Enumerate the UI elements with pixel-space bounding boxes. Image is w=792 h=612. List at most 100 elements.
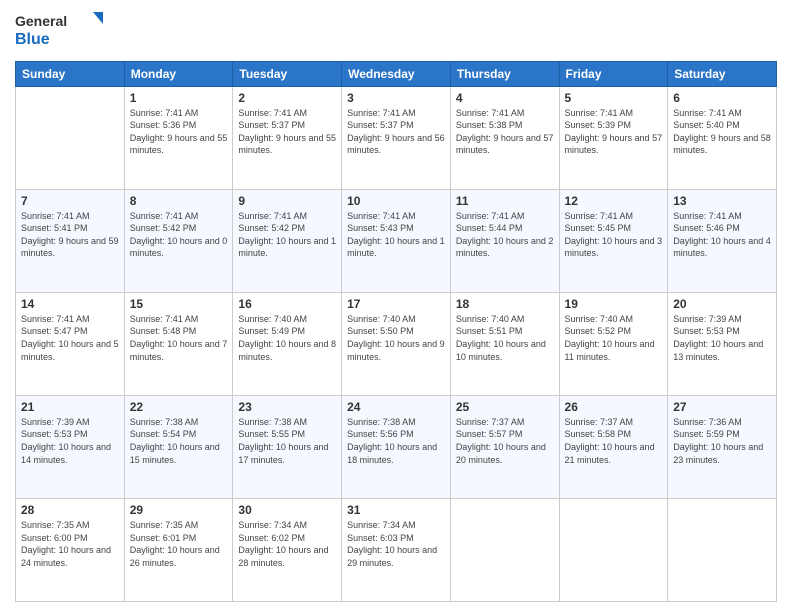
logo: General Blue [15,10,105,53]
calendar-cell: 21 Sunrise: 7:39 AMSunset: 5:53 PMDayligh… [16,395,125,498]
day-info: Sunrise: 7:41 AMSunset: 5:46 PMDaylight:… [673,210,771,260]
day-info: Sunrise: 7:40 AMSunset: 5:52 PMDaylight:… [565,313,663,363]
weekday-header-friday: Friday [559,61,668,86]
svg-text:General: General [15,13,67,29]
calendar-cell: 17 Sunrise: 7:40 AMSunset: 5:50 PMDayligh… [342,292,451,395]
svg-text:Blue: Blue [15,31,50,48]
week-row-4: 21 Sunrise: 7:39 AMSunset: 5:53 PMDayligh… [16,395,777,498]
calendar-cell: 25 Sunrise: 7:37 AMSunset: 5:57 PMDayligh… [450,395,559,498]
day-number: 16 [238,297,336,311]
calendar-cell: 11Sunrise: 7:41 AMSunset: 5:44 PMDayligh… [450,189,559,292]
day-number: 25 [456,400,554,414]
day-info: Sunrise: 7:34 AMSunset: 6:03 PMDaylight:… [347,519,445,569]
logo-svg: General Blue [15,10,105,48]
logo-wrapper: General Blue [15,10,105,53]
calendar-cell: 9 Sunrise: 7:41 AMSunset: 5:42 PMDaylight… [233,189,342,292]
calendar-cell: 10 Sunrise: 7:41 AMSunset: 5:43 PMDayligh… [342,189,451,292]
day-number: 29 [130,503,228,517]
day-info: Sunrise: 7:41 AMSunset: 5:45 PMDaylight:… [565,210,663,260]
day-number: 12 [565,194,663,208]
day-info: Sunrise: 7:41 AMSunset: 5:36 PMDaylight:… [130,107,228,157]
calendar-cell: 14 Sunrise: 7:41 AMSunset: 5:47 PMDayligh… [16,292,125,395]
day-number: 23 [238,400,336,414]
day-info: Sunrise: 7:34 AMSunset: 6:02 PMDaylight:… [238,519,336,569]
week-row-1: 1 Sunrise: 7:41 AMSunset: 5:36 PMDaylight… [16,86,777,189]
day-info: Sunrise: 7:35 AMSunset: 6:01 PMDaylight:… [130,519,228,569]
day-number: 7 [21,194,119,208]
calendar-cell: 4 Sunrise: 7:41 AMSunset: 5:38 PMDaylight… [450,86,559,189]
weekday-header-saturday: Saturday [668,61,777,86]
day-info: Sunrise: 7:40 AMSunset: 5:51 PMDaylight:… [456,313,554,363]
calendar-cell [559,498,668,601]
weekday-header-monday: Monday [124,61,233,86]
day-info: Sunrise: 7:39 AMSunset: 5:53 PMDaylight:… [21,416,119,466]
calendar-cell: 15Sunrise: 7:41 AMSunset: 5:48 PMDayligh… [124,292,233,395]
calendar-cell: 29 Sunrise: 7:35 AMSunset: 6:01 PMDayligh… [124,498,233,601]
day-number: 13 [673,194,771,208]
day-number: 8 [130,194,228,208]
day-number: 31 [347,503,445,517]
day-number: 4 [456,91,554,105]
weekday-header-tuesday: Tuesday [233,61,342,86]
day-info: Sunrise: 7:41 AMSunset: 5:42 PMDaylight:… [238,210,336,260]
week-row-2: 7Sunrise: 7:41 AMSunset: 5:41 PMDaylight… [16,189,777,292]
calendar-cell: 13 Sunrise: 7:41 AMSunset: 5:46 PMDayligh… [668,189,777,292]
day-info: Sunrise: 7:41 AMSunset: 5:37 PMDaylight:… [347,107,445,157]
day-info: Sunrise: 7:41 AMSunset: 5:40 PMDaylight:… [673,107,771,157]
day-number: 19 [565,297,663,311]
day-number: 22 [130,400,228,414]
calendar-cell: 26Sunrise: 7:37 AMSunset: 5:58 PMDayligh… [559,395,668,498]
day-info: Sunrise: 7:41 AMSunset: 5:43 PMDaylight:… [347,210,445,260]
weekday-header-wednesday: Wednesday [342,61,451,86]
day-info: Sunrise: 7:36 AMSunset: 5:59 PMDaylight:… [673,416,771,466]
day-number: 14 [21,297,119,311]
week-row-5: 28Sunrise: 7:35 AMSunset: 6:00 PMDayligh… [16,498,777,601]
day-info: Sunrise: 7:39 AMSunset: 5:53 PMDaylight:… [673,313,771,363]
calendar-cell: 20 Sunrise: 7:39 AMSunset: 5:53 PMDayligh… [668,292,777,395]
calendar-cell: 23Sunrise: 7:38 AMSunset: 5:55 PMDayligh… [233,395,342,498]
calendar-table: SundayMondayTuesdayWednesdayThursdayFrid… [15,61,777,602]
day-number: 27 [673,400,771,414]
calendar-cell: 24Sunrise: 7:38 AMSunset: 5:56 PMDayligh… [342,395,451,498]
calendar-cell: 5 Sunrise: 7:41 AMSunset: 5:39 PMDaylight… [559,86,668,189]
calendar-cell: 12 Sunrise: 7:41 AMSunset: 5:45 PMDayligh… [559,189,668,292]
day-number: 5 [565,91,663,105]
calendar-cell [668,498,777,601]
header: General Blue [15,10,777,53]
calendar-cell: 3Sunrise: 7:41 AMSunset: 5:37 PMDaylight… [342,86,451,189]
day-info: Sunrise: 7:41 AMSunset: 5:47 PMDaylight:… [21,313,119,363]
day-number: 28 [21,503,119,517]
calendar-cell: 31 Sunrise: 7:34 AMSunset: 6:03 PMDayligh… [342,498,451,601]
calendar-cell: 2 Sunrise: 7:41 AMSunset: 5:37 PMDaylight… [233,86,342,189]
calendar-cell: 28Sunrise: 7:35 AMSunset: 6:00 PMDayligh… [16,498,125,601]
calendar-cell: 18 Sunrise: 7:40 AMSunset: 5:51 PMDayligh… [450,292,559,395]
day-info: Sunrise: 7:37 AMSunset: 5:58 PMDaylight:… [565,416,663,466]
day-info: Sunrise: 7:41 AMSunset: 5:39 PMDaylight:… [565,107,663,157]
day-info: Sunrise: 7:40 AMSunset: 5:50 PMDaylight:… [347,313,445,363]
calendar-cell [16,86,125,189]
day-info: Sunrise: 7:38 AMSunset: 5:56 PMDaylight:… [347,416,445,466]
day-number: 1 [130,91,228,105]
day-info: Sunrise: 7:41 AMSunset: 5:44 PMDaylight:… [456,210,554,260]
calendar-cell: 7Sunrise: 7:41 AMSunset: 5:41 PMDaylight… [16,189,125,292]
day-number: 6 [673,91,771,105]
day-number: 17 [347,297,445,311]
weekday-header-thursday: Thursday [450,61,559,86]
calendar-cell: 30 Sunrise: 7:34 AMSunset: 6:02 PMDayligh… [233,498,342,601]
day-number: 21 [21,400,119,414]
day-number: 10 [347,194,445,208]
day-info: Sunrise: 7:37 AMSunset: 5:57 PMDaylight:… [456,416,554,466]
week-row-3: 14 Sunrise: 7:41 AMSunset: 5:47 PMDayligh… [16,292,777,395]
calendar-cell: 6 Sunrise: 7:41 AMSunset: 5:40 PMDaylight… [668,86,777,189]
day-number: 2 [238,91,336,105]
calendar-cell: 27 Sunrise: 7:36 AMSunset: 5:59 PMDayligh… [668,395,777,498]
day-number: 9 [238,194,336,208]
calendar-cell: 19 Sunrise: 7:40 AMSunset: 5:52 PMDayligh… [559,292,668,395]
calendar-cell: 8Sunrise: 7:41 AMSunset: 5:42 PMDaylight… [124,189,233,292]
day-info: Sunrise: 7:41 AMSunset: 5:38 PMDaylight:… [456,107,554,157]
day-number: 30 [238,503,336,517]
day-info: Sunrise: 7:41 AMSunset: 5:37 PMDaylight:… [238,107,336,157]
day-number: 20 [673,297,771,311]
day-number: 18 [456,297,554,311]
calendar-cell: 22Sunrise: 7:38 AMSunset: 5:54 PMDayligh… [124,395,233,498]
